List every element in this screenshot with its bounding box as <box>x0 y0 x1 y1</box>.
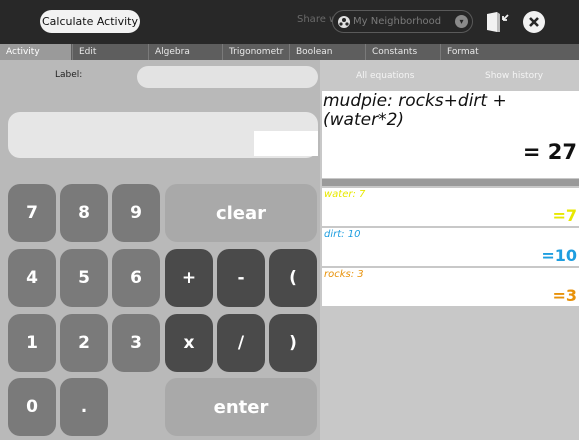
variable-value: : 3 <box>350 269 364 280</box>
result-value: = 27 <box>522 140 577 164</box>
key-1[interactable]: 1 <box>8 314 56 372</box>
variable-result: =10 <box>541 246 577 265</box>
key-3[interactable]: 3 <box>112 314 160 372</box>
tab-boolean[interactable]: Boolean <box>289 44 365 60</box>
key-minus[interactable]: - <box>217 249 265 307</box>
key-8[interactable]: 8 <box>60 184 108 242</box>
key-decimal[interactable]: . <box>60 378 108 436</box>
clear-button[interactable]: clear <box>165 184 317 242</box>
key-close-paren[interactable]: ) <box>269 314 317 372</box>
chevron-down-icon: ▾ <box>455 15 468 28</box>
key-divide[interactable]: / <box>217 314 265 372</box>
label-input[interactable] <box>137 66 318 88</box>
variable-row-dirt[interactable]: dirt: 10 =10 <box>322 228 579 268</box>
share-with-value: My Neighborhood <box>353 16 442 27</box>
tab-format[interactable]: Format <box>440 44 507 60</box>
activity-toolbar: Calculate Activity Share with: My Neighb… <box>0 0 579 44</box>
stop-icon[interactable] <box>523 11 545 33</box>
label-caption: Label: <box>55 70 83 80</box>
key-2[interactable]: 2 <box>60 314 108 372</box>
variable-name: rocks <box>324 269 351 280</box>
expression-cursor-area <box>254 131 318 156</box>
key-5[interactable]: 5 <box>60 249 108 307</box>
share-with-select[interactable]: My Neighborhood ▾ <box>332 10 473 33</box>
variable-row-rocks[interactable]: rocks: 3 =3 <box>322 268 579 308</box>
activity-title-button[interactable]: Calculate Activity <box>40 10 140 33</box>
tab-activity[interactable]: Activity <box>0 44 71 60</box>
tab-edit[interactable]: Edit <box>72 44 148 60</box>
variable-row-water[interactable]: water: 7 =7 <box>322 188 579 228</box>
key-6[interactable]: 6 <box>112 249 160 307</box>
enter-button[interactable]: enter <box>165 378 317 436</box>
tab-algebra[interactable]: Algebra <box>148 44 222 60</box>
variable-label: rocks: 3 <box>324 269 364 280</box>
key-7[interactable]: 7 <box>8 184 56 242</box>
variable-value: : 10 <box>341 229 361 240</box>
key-9[interactable]: 9 <box>112 184 160 242</box>
tab-constants[interactable]: Constants <box>365 44 440 60</box>
variable-name: dirt <box>324 229 342 240</box>
key-multiply[interactable]: x <box>165 314 213 372</box>
all-equations-button[interactable]: All equations <box>356 71 414 81</box>
key-4[interactable]: 4 <box>8 249 56 307</box>
variable-value: : 7 <box>352 189 366 200</box>
show-history-button[interactable]: Show history <box>485 71 543 81</box>
variable-name: water <box>324 189 353 200</box>
keep-journal-icon[interactable] <box>484 10 510 34</box>
tab-trigonometry[interactable]: Trigonometr <box>222 44 289 60</box>
variable-result: =3 <box>552 286 577 305</box>
variable-label: water: 7 <box>324 189 365 200</box>
variable-result: =7 <box>552 206 577 225</box>
result-expression: mudpie: rocks+dirt +(water*2) <box>323 91 507 130</box>
key-plus[interactable]: + <box>165 249 213 307</box>
tab-bar: Activity Edit Algebra Trigonometr Boolea… <box>0 44 579 60</box>
key-0[interactable]: 0 <box>8 378 56 436</box>
variable-label: dirt: 10 <box>324 229 360 240</box>
results-divider <box>322 179 579 186</box>
key-open-paren[interactable]: ( <box>269 249 317 307</box>
network-icon <box>338 15 350 28</box>
